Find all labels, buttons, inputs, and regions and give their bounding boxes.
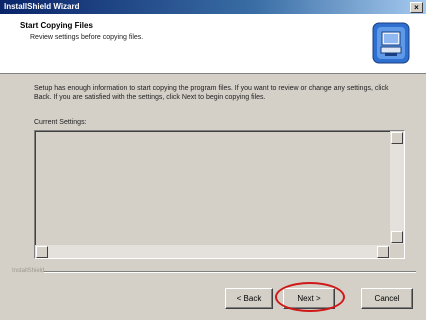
scrollbar-corner xyxy=(390,244,404,258)
wizard-header: Start Copying Files Review settings befo… xyxy=(0,14,426,74)
window-title: InstallShield Wizard xyxy=(4,2,80,11)
horizontal-scrollbar[interactable] xyxy=(35,245,390,258)
cancel-button[interactable]: Cancel xyxy=(361,288,413,309)
current-settings-label: Current Settings: xyxy=(34,119,87,126)
installshield-brand: InstallShield xyxy=(12,268,45,274)
back-button[interactable]: < Back xyxy=(225,288,273,309)
setup-computer-icon xyxy=(372,22,410,64)
current-settings-box[interactable] xyxy=(34,130,405,259)
title-bar: InstallShield Wizard × xyxy=(0,0,426,14)
scroll-left-button[interactable] xyxy=(36,246,48,258)
next-highlight-circle xyxy=(275,282,345,312)
close-button[interactable]: × xyxy=(410,2,423,13)
footer-separator xyxy=(44,271,416,273)
scroll-right-button[interactable] xyxy=(377,246,389,258)
vertical-scrollbar[interactable] xyxy=(390,131,404,244)
description-text: Setup has enough information to start co… xyxy=(34,85,389,101)
scroll-down-button[interactable] xyxy=(391,231,403,243)
page-subtitle: Review settings before copying files. xyxy=(30,34,144,41)
page-title: Start Copying Files xyxy=(20,21,93,30)
scroll-up-button[interactable] xyxy=(391,132,403,144)
